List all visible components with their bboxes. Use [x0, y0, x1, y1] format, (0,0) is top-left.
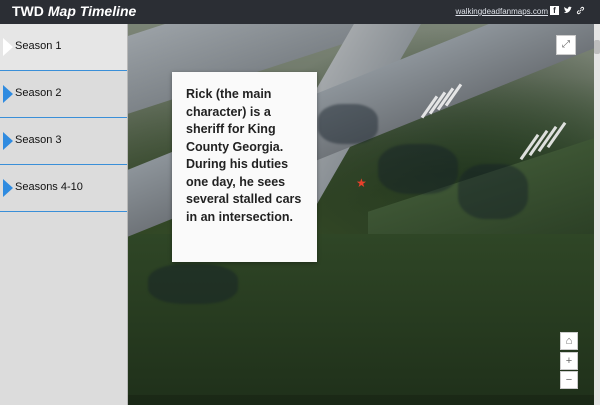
- expand-icon[interactable]: ⤢: [556, 35, 576, 55]
- link-icon[interactable]: [576, 6, 585, 15]
- sidebar-item-season-3[interactable]: Season 3: [0, 118, 127, 165]
- tree-shadow: [318, 104, 378, 144]
- zoom-in-button[interactable]: +: [560, 352, 578, 370]
- arrow-icon: [3, 179, 13, 197]
- sidebar-item-label: Season 1: [15, 40, 62, 52]
- sidebar-item-seasons-4-10[interactable]: Seasons 4-10: [0, 165, 127, 212]
- sidebar-item-label: Seasons 4-10: [15, 181, 83, 193]
- sidebar-item-season-1[interactable]: Season 1: [0, 24, 127, 71]
- twitter-icon[interactable]: [563, 6, 572, 15]
- satellite-map[interactable]: Rick (the main character) is a sheriff f…: [128, 24, 600, 405]
- page-scrollbar[interactable]: [594, 24, 600, 405]
- story-text: Rick (the main character) is a sheriff f…: [186, 87, 302, 224]
- sidebar-item-label: Season 2: [15, 87, 62, 99]
- sidebar-item-label: Season 3: [15, 134, 62, 146]
- tree-shadow: [458, 164, 528, 219]
- home-icon[interactable]: ⌂: [560, 332, 578, 350]
- app-title-main: TWD: [12, 3, 44, 19]
- arrow-icon: [3, 132, 13, 150]
- map-attribution: [128, 395, 600, 405]
- site-link[interactable]: walkingdeadfanmaps.com: [456, 7, 549, 16]
- app-title: TWD Map Timeline: [12, 3, 136, 19]
- app-title-sub: Map Timeline: [47, 3, 137, 19]
- tree-shadow: [148, 264, 238, 304]
- scrollbar-thumb[interactable]: [594, 40, 600, 54]
- facebook-icon[interactable]: f: [550, 6, 559, 15]
- header-bar: TWD Map Timeline walkingdeadfanmaps.com f: [0, 0, 600, 24]
- zoom-out-button[interactable]: −: [560, 371, 578, 389]
- sidebar-item-season-2[interactable]: Season 2: [0, 71, 127, 118]
- arrow-icon: [3, 85, 13, 103]
- active-arrow-icon: [3, 38, 13, 56]
- story-info-card: Rick (the main character) is a sheriff f…: [172, 72, 317, 262]
- location-star-icon[interactable]: ★: [356, 177, 367, 189]
- season-sidebar: Season 1 Season 2 Season 3 Seasons 4-10: [0, 24, 128, 405]
- tree-shadow: [378, 144, 458, 194]
